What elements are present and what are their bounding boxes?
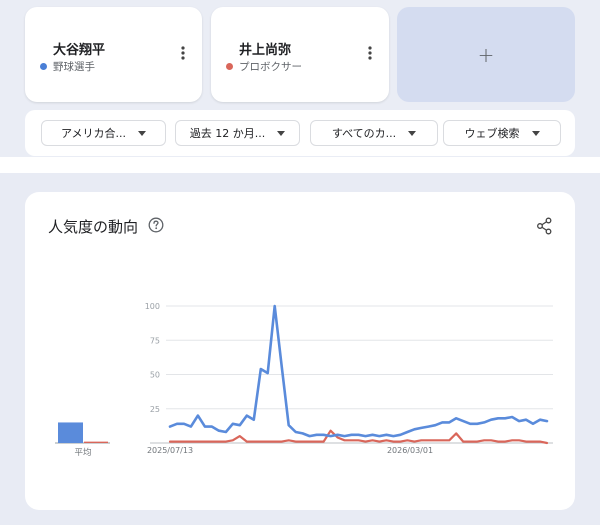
y-tick-label: 75 bbox=[150, 336, 160, 345]
x-tick-label: 2026/03/01 bbox=[387, 446, 433, 455]
interest-line-chart: 100 75 50 25 2025/07/13 2026/03/01 bbox=[145, 302, 553, 455]
y-tick-label: 25 bbox=[150, 405, 160, 414]
series-line-ohtani bbox=[168, 304, 549, 438]
x-tick-label: 2025/07/13 bbox=[147, 446, 193, 455]
y-tick-label: 100 bbox=[145, 302, 160, 311]
y-tick-label: 50 bbox=[150, 371, 160, 380]
